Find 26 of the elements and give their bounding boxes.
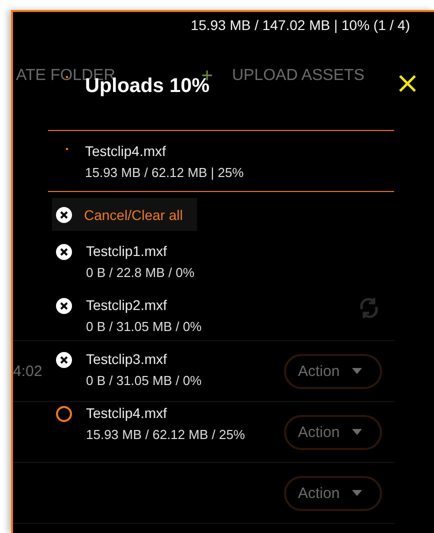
cancel-clear-all-button[interactable]: Cancel/Clear all (52, 198, 197, 231)
progress-ring-icon[interactable] (56, 406, 72, 422)
action-button[interactable]: Action (284, 414, 382, 450)
table-cell: 4:02 (13, 362, 42, 380)
upload-assets-button[interactable]: UPLOAD ASSETS (232, 67, 364, 85)
caret-icon (352, 368, 362, 374)
file-name: Testclip1.mxf (86, 243, 168, 260)
action-button[interactable]: Action (284, 354, 382, 388)
file-size-text: 0 B / 22.8 MB / 0% (86, 265, 194, 281)
cancel-icon[interactable] (56, 244, 72, 260)
file-size-text: 15.93 MB / 62.12 MB / 25% (86, 427, 245, 443)
file-size-text: 15.93 MB / 62.12 MB | 25% (85, 165, 244, 181)
file-name: Testclip3.mxf (86, 351, 168, 368)
caret-icon (352, 490, 362, 496)
upload-status-text: 15.93 MB / 147.02 MB | 10% (1 / 4) (190, 16, 410, 35)
file-size-text: 0 B / 31.05 MB / 0% (86, 319, 202, 335)
cancel-icon (56, 206, 72, 222)
file-name: Testclip4.mxf (85, 143, 167, 160)
file-size-text: 0 B / 31.05 MB / 0% (86, 373, 202, 389)
cancel-icon[interactable] (56, 352, 72, 368)
file-name: Testclip4.mxf (86, 405, 168, 422)
caret-icon (352, 429, 362, 435)
file-name: Testclip2.mxf (86, 297, 168, 314)
action-button[interactable]: Action (284, 476, 382, 510)
close-icon[interactable] (399, 75, 416, 92)
cancel-icon[interactable] (56, 298, 72, 314)
